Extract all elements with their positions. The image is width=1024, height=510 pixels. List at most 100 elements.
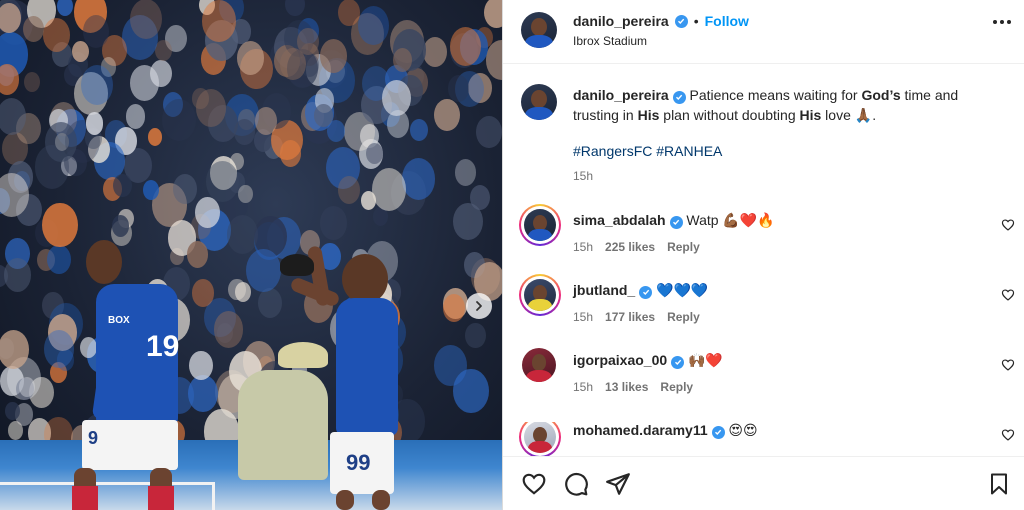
post-location[interactable]: Ibrox Stadium [573, 34, 647, 48]
crowd-figure [447, 75, 469, 102]
crowd-figure [19, 377, 36, 397]
comment-likes[interactable]: 177 likes [605, 310, 655, 324]
crowd-figure [285, 0, 306, 17]
post-photo[interactable]: 19 9 BOX 99 [0, 0, 502, 510]
crowd-figure [80, 65, 114, 106]
comment-text: 🙌🏾❤️ [687, 352, 723, 368]
crowd-figure [125, 103, 146, 129]
crowd-figure [442, 293, 466, 323]
crowd-figure [279, 139, 302, 167]
caption-avatar[interactable] [521, 84, 557, 120]
crowd-figure [5, 402, 20, 421]
crowd-figure [162, 99, 196, 141]
crowd-figure [409, 118, 428, 142]
pitch-marking [0, 482, 215, 510]
verified-badge-icon [711, 425, 725, 439]
crowd-figure [314, 103, 333, 127]
crowd-figure [280, 47, 306, 80]
reply-button[interactable]: Reply [667, 240, 700, 254]
caption-author[interactable]: danilo_pereira [573, 87, 669, 103]
verified-badge-icon [671, 355, 685, 369]
heart-icon[interactable] [1001, 218, 1015, 232]
crowd-figure [111, 215, 129, 237]
crowd-figure [234, 281, 252, 303]
commenter-avatar[interactable] [524, 209, 556, 241]
reply-button[interactable]: Reply [660, 380, 693, 394]
crowd-figure [189, 350, 214, 381]
commenter-avatar[interactable] [524, 279, 556, 311]
crowd-figure [454, 158, 476, 186]
comment-likes[interactable]: 225 likes [605, 240, 655, 254]
next-photo-button[interactable] [466, 293, 492, 319]
commenter-username[interactable]: sima_abdalah [573, 212, 666, 228]
author-username[interactable]: danilo_pereira [573, 13, 669, 29]
hashtag-link[interactable]: #RANHEA [656, 143, 722, 159]
crowd-figure [194, 196, 220, 228]
comment-item: sima_abdalah Watp 💪🏾❤️🔥 15h 225 likes Re… [503, 204, 1024, 272]
comment-time[interactable]: 15h [573, 310, 593, 324]
verified-badge-icon [639, 285, 653, 299]
reply-button[interactable]: Reply [667, 310, 700, 324]
crowd-figure [44, 330, 75, 368]
steward [238, 370, 328, 480]
crowd-figure [172, 173, 198, 205]
more-options-button[interactable] [993, 20, 1011, 24]
comment-time[interactable]: 15h [573, 240, 593, 254]
crowd-figure [422, 37, 447, 68]
crowd-figure [371, 167, 407, 211]
commenter-avatar[interactable] [524, 422, 556, 453]
crowd-figure [392, 48, 412, 73]
hashtag-link[interactable]: #RangersFC [573, 143, 652, 159]
crowd-figure [0, 64, 20, 96]
shirt-sponsor: BOX [108, 315, 130, 326]
crowd-figure [191, 279, 214, 307]
heart-icon[interactable] [1001, 288, 1015, 302]
crowd-figure [113, 174, 132, 198]
caption-timestamp[interactable]: 15h [573, 169, 593, 183]
crowd-figure [24, 71, 40, 92]
bookmark-icon[interactable] [987, 471, 1011, 497]
comment-item: igorpaixao_00 🙌🏾❤️ 15h 13 likes Reply [503, 348, 1024, 412]
crowd-figure [0, 3, 21, 33]
comment-item: jbutland_ 💙💙💙 15h 177 likes Reply [503, 274, 1024, 342]
crowd-figure [85, 112, 104, 135]
crowd-figure [338, 176, 361, 205]
commenter-username[interactable]: mohamed.daramy11 [573, 422, 708, 438]
crowd-figure [42, 17, 70, 52]
crowd-figure [453, 203, 483, 241]
heart-icon[interactable] [521, 471, 547, 497]
crowd-figure [338, 0, 360, 27]
heart-icon[interactable] [1001, 428, 1015, 442]
post-header: danilo_pereira • Follow Ibrox Stadium [503, 0, 1024, 64]
verified-badge-icon [672, 90, 686, 104]
follow-button[interactable]: Follow [705, 13, 749, 29]
crowd-figure [246, 248, 281, 292]
post-action-bar [503, 456, 1024, 510]
crowd-figure [213, 310, 244, 348]
share-icon[interactable] [605, 471, 631, 497]
author-avatar[interactable] [521, 12, 557, 48]
comment-time[interactable]: 15h [573, 380, 593, 394]
comment-icon[interactable] [563, 471, 589, 497]
heart-icon[interactable] [1001, 358, 1015, 372]
comment-likes[interactable]: 13 likes [605, 380, 648, 394]
more-icon [993, 20, 997, 24]
crowd-figure [202, 0, 236, 42]
comment-text: Watp 💪🏾❤️🔥 [686, 212, 775, 228]
commenter-username[interactable]: jbutland_ [573, 282, 635, 298]
shirt-number-front: 99 [346, 450, 371, 475]
comment-item: mohamed.daramy11 😍😍 [503, 422, 1024, 456]
comment-text: 😍😍 [728, 422, 758, 438]
crowd-figure [465, 322, 486, 349]
crowd-figure [3, 257, 32, 292]
commenter-username[interactable]: igorpaixao_00 [573, 352, 667, 368]
post-details-panel: danilo_pereira • Follow Ibrox Stadium da… [502, 0, 1024, 510]
caption-hashtags: #RangersFC #RANHEA [573, 143, 722, 159]
crowd-figure [56, 0, 73, 16]
commenter-avatar[interactable] [522, 348, 556, 382]
crowd-figure [142, 180, 159, 201]
crowd-figure [7, 421, 23, 440]
crowd-figure [433, 98, 460, 132]
crowd-figure [381, 79, 411, 117]
caption-text: danilo_pereira Patience means waiting fo… [573, 87, 959, 123]
